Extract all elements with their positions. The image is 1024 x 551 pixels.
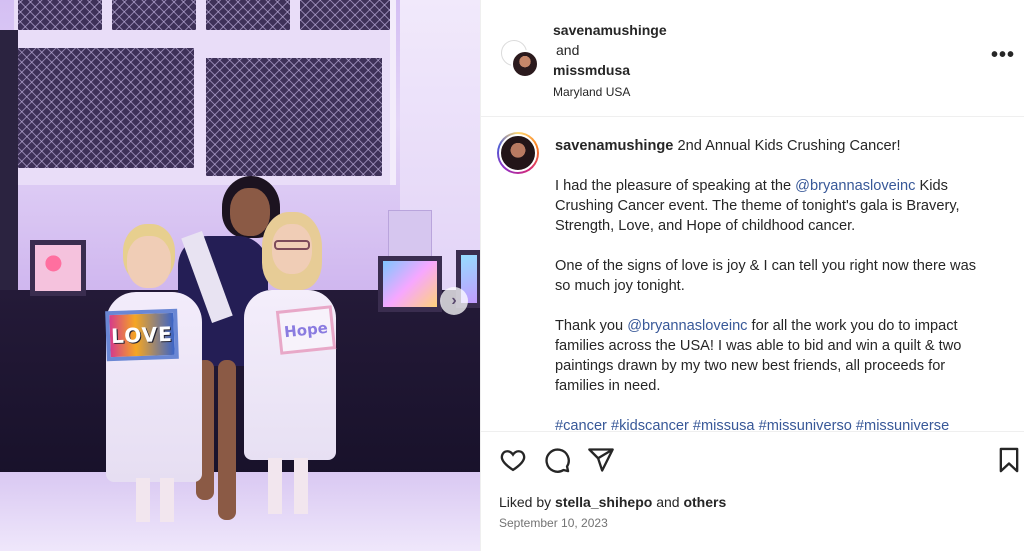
photo-girl-leg [160, 478, 174, 522]
photo-grate [18, 0, 102, 30]
liked-by-and: and [652, 494, 684, 510]
header-username-2[interactable]: missmdusa [553, 60, 667, 80]
header-names: savenamushinge and missmdusa Maryland US… [553, 20, 667, 102]
photo-grate [206, 0, 290, 30]
photo-grate [206, 58, 382, 176]
header-location[interactable]: Maryland USA [553, 82, 667, 102]
heart-icon[interactable] [499, 446, 527, 474]
photo-grate [18, 48, 194, 168]
avatar[interactable] [511, 50, 539, 78]
caption-title-line: savenamushinge 2nd Annual Kids Crushing … [555, 136, 995, 156]
caption-mention[interactable]: @bryannasloveinc [627, 318, 747, 334]
caption-text: Thank you [555, 318, 628, 334]
more-options-button[interactable]: ••• [991, 44, 1015, 67]
post-photo[interactable]: LOVE Hope › [0, 0, 480, 551]
photo-woman-face [230, 188, 270, 236]
caption-text: I had the pleasure of speaking at the [555, 178, 796, 194]
header-username-1[interactable]: savenamushinge [553, 20, 667, 40]
liked-by-user[interactable]: stella_shihepo [555, 494, 652, 510]
photo-grate [112, 0, 196, 30]
post-side-panel: savenamushinge and missmdusa Maryland US… [480, 0, 1024, 551]
post-header: savenamushinge and missmdusa Maryland US… [481, 0, 1024, 117]
post-actions: Liked by stella_shihepo and others Septe… [481, 431, 1024, 551]
caption-paragraph: I had the pleasure of speaking at the @b… [555, 176, 995, 236]
post-date[interactable]: September 10, 2023 [499, 516, 608, 530]
bookmark-icon[interactable] [995, 446, 1023, 474]
caption-mention[interactable]: @bryannasloveinc [795, 178, 915, 194]
photo-grate [300, 0, 390, 30]
photo-girl-head [127, 236, 171, 288]
liked-by-others[interactable]: others [683, 494, 726, 510]
comment-icon[interactable] [543, 446, 571, 474]
header-connector: and [556, 42, 580, 58]
photo-wall-panel [388, 210, 432, 260]
caption-title: 2nd Annual Kids Crushing Cancer! [677, 138, 901, 154]
liked-by-prefix: Liked by [499, 494, 556, 510]
collab-avatars[interactable] [501, 40, 541, 80]
caption-body: savenamushinge 2nd Annual Kids Crushing … [555, 136, 995, 430]
avatar[interactable] [497, 132, 539, 174]
photo-painting [30, 240, 86, 296]
photo-girl-leg [268, 458, 282, 514]
photo-floor [0, 472, 480, 551]
caption-paragraph: One of the signs of love is joy & I can … [555, 258, 977, 294]
photo-woman-leg [218, 360, 236, 520]
photo-speaker [0, 30, 18, 310]
photo-girl-leg [294, 458, 308, 514]
photo-glasses [274, 240, 310, 250]
photo-sign-hope: Hope [275, 305, 337, 355]
photo-sign-love: LOVE [105, 308, 179, 362]
caption-hashtags[interactable]: #cancer #kidscancer #missusa #missuniver… [555, 416, 995, 430]
more-horizontal-icon: ••• [990, 44, 1015, 66]
chevron-right-icon: › [451, 292, 457, 309]
liked-by: Liked by stella_shihepo and others [499, 494, 726, 510]
post-caption: savenamushinge 2nd Annual Kids Crushing … [481, 118, 1024, 430]
caption-paragraph: Thank you @bryannasloveinc for all the w… [555, 316, 995, 396]
photo-girl-leg [136, 478, 150, 522]
paper-plane-icon[interactable] [587, 446, 615, 474]
sign-love-text: LOVE [110, 321, 174, 349]
photo-painting [378, 256, 442, 312]
sign-hope-text: Hope [283, 318, 329, 342]
next-photo-button[interactable]: › [440, 287, 468, 315]
caption-username[interactable]: savenamushinge [555, 138, 673, 154]
